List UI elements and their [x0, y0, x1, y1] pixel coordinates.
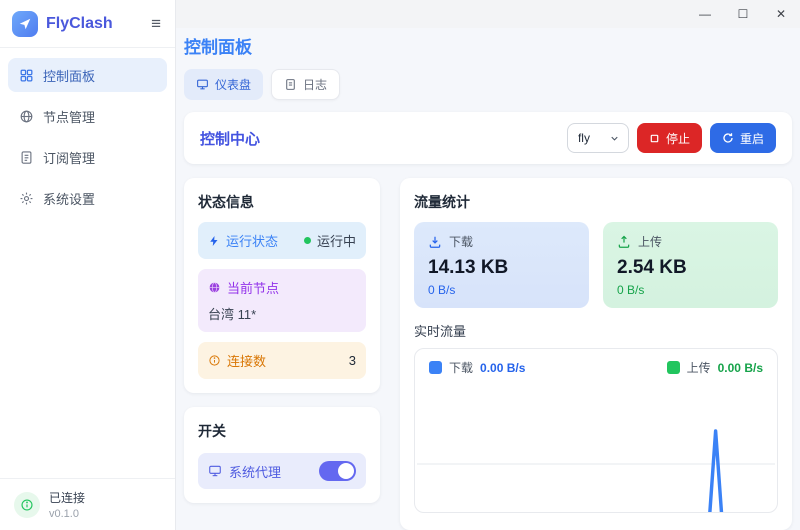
- minimize-button[interactable]: —: [686, 0, 724, 28]
- system-proxy-toggle[interactable]: [319, 461, 356, 481]
- download-swatch-icon: [429, 361, 442, 374]
- connections-value: 3: [349, 353, 356, 368]
- connection-status: 已连接 v0.1.0: [0, 478, 175, 530]
- legend-download-name: 下载: [449, 359, 473, 376]
- stop-icon: [649, 133, 660, 144]
- document-icon: [19, 150, 34, 165]
- download-speed: 0 B/s: [428, 283, 575, 297]
- app-name: FlyClash: [46, 15, 149, 33]
- legend-download: 下载 0.00 B/s: [429, 359, 525, 376]
- tab-label: 日志: [303, 76, 327, 93]
- current-node-value: 台湾 11*: [208, 304, 356, 323]
- upload-label: 上传: [638, 233, 662, 250]
- legend-download-speed: 0.00 B/s: [480, 361, 525, 375]
- monitor-icon: [208, 464, 222, 478]
- traffic-stats-card: 流量统计 下载 14.13 KB 0 B/s: [400, 178, 792, 530]
- chart-legend: 下载 0.00 B/s 上传 0.00 B/s: [415, 349, 777, 376]
- upload-total: 2.54 KB: [617, 257, 764, 279]
- sidebar-item-settings[interactable]: 系统设置: [8, 181, 167, 215]
- upload-swatch-icon: [667, 361, 680, 374]
- page-title: 控制面板: [184, 33, 792, 58]
- current-node-row: 当前节点 台湾 11*: [198, 269, 366, 332]
- control-actions: fly 停止 重启: [567, 123, 776, 153]
- chevron-down-icon: [609, 133, 620, 144]
- app-version: v0.1.0: [49, 508, 85, 520]
- app-logo-icon: [12, 11, 38, 37]
- status-dot: [304, 237, 311, 244]
- restart-button[interactable]: 重启: [710, 123, 776, 153]
- sidebar-item-subscriptions[interactable]: 订阅管理: [8, 140, 167, 174]
- sidebar-item-label: 订阅管理: [43, 148, 95, 167]
- profile-select[interactable]: fly: [567, 123, 629, 153]
- system-proxy-row: 系统代理: [198, 453, 366, 489]
- status-info-card: 状态信息 运行状态 运行中: [184, 178, 380, 393]
- running-status-label: 运行状态: [226, 231, 278, 250]
- close-button[interactable]: ✕: [762, 0, 800, 28]
- node-globe-icon: [208, 281, 221, 294]
- running-status-value: 运行中: [317, 231, 356, 250]
- stop-button-label: 停止: [666, 130, 690, 147]
- download-total: 14.13 KB: [428, 257, 575, 279]
- tab-label: 仪表盘: [215, 76, 251, 93]
- realtime-traffic-chart: 下载 0.00 B/s 上传 0.00 B/s: [414, 348, 778, 513]
- window-titlebar: — ☐ ✕: [176, 0, 800, 28]
- maximize-button[interactable]: ☐: [724, 0, 762, 28]
- traffic-card-title: 流量统计: [414, 192, 778, 212]
- sidebar-header: FlyClash ≡: [0, 0, 175, 48]
- sidebar-item-nodes[interactable]: 节点管理: [8, 99, 167, 133]
- download-label: 下载: [449, 233, 473, 250]
- tab-logs[interactable]: 日志: [271, 69, 340, 100]
- sidebar-item-label: 控制面板: [43, 66, 95, 85]
- log-file-icon: [284, 78, 297, 91]
- bolt-icon: [208, 235, 220, 247]
- control-center-card: 控制中心 fly 停止 重: [184, 112, 792, 164]
- sidebar: FlyClash ≡ 控制面板 节点管理 订阅管理: [0, 0, 176, 530]
- menu-toggle-icon[interactable]: ≡: [149, 14, 163, 34]
- gear-icon: [19, 191, 34, 206]
- switches-card: 开关 系统代理: [184, 407, 380, 503]
- realtime-traffic-label: 实时流量: [414, 321, 778, 340]
- sidebar-nav: 控制面板 节点管理 订阅管理 系统设置: [0, 48, 175, 232]
- connection-label: 已连接: [49, 489, 85, 506]
- main-content: — ☐ ✕ 控制面板 仪表盘 日志 控制中心: [176, 0, 800, 530]
- legend-upload: 上传 0.00 B/s: [667, 359, 763, 376]
- traffic-chart-svg: [415, 376, 777, 512]
- download-icon: [428, 235, 442, 249]
- upload-speed: 0 B/s: [617, 283, 764, 297]
- current-node-label: 当前节点: [227, 278, 279, 297]
- upload-icon: [617, 235, 631, 249]
- globe-icon: [19, 109, 34, 124]
- grid-icon: [19, 68, 34, 83]
- monitor-icon: [196, 78, 209, 91]
- sidebar-item-dashboard[interactable]: 控制面板: [8, 58, 167, 92]
- tab-dashboard[interactable]: 仪表盘: [184, 69, 263, 100]
- refresh-icon: [722, 132, 734, 144]
- connections-label: 连接数: [227, 351, 266, 370]
- profile-select-value: fly: [578, 131, 590, 145]
- status-card-title: 状态信息: [198, 192, 366, 212]
- legend-upload-name: 上传: [687, 359, 711, 376]
- upload-tile: 上传 2.54 KB 0 B/s: [603, 222, 778, 308]
- control-center-title: 控制中心: [200, 128, 260, 149]
- app-window: FlyClash ≡ 控制面板 节点管理 订阅管理: [0, 0, 800, 530]
- sidebar-item-label: 系统设置: [43, 189, 95, 208]
- switches-card-title: 开关: [198, 421, 366, 441]
- legend-upload-speed: 0.00 B/s: [718, 361, 763, 375]
- connections-row: 连接数 3: [198, 342, 366, 379]
- info-circle-icon: [208, 354, 221, 367]
- sidebar-item-label: 节点管理: [43, 107, 95, 126]
- system-proxy-label: 系统代理: [229, 462, 281, 481]
- info-icon: [14, 492, 40, 518]
- download-tile: 下载 14.13 KB 0 B/s: [414, 222, 589, 308]
- stop-button[interactable]: 停止: [637, 123, 702, 153]
- view-tabs: 仪表盘 日志: [184, 69, 792, 100]
- running-status-row: 运行状态 运行中: [198, 222, 366, 259]
- restart-button-label: 重启: [740, 130, 764, 147]
